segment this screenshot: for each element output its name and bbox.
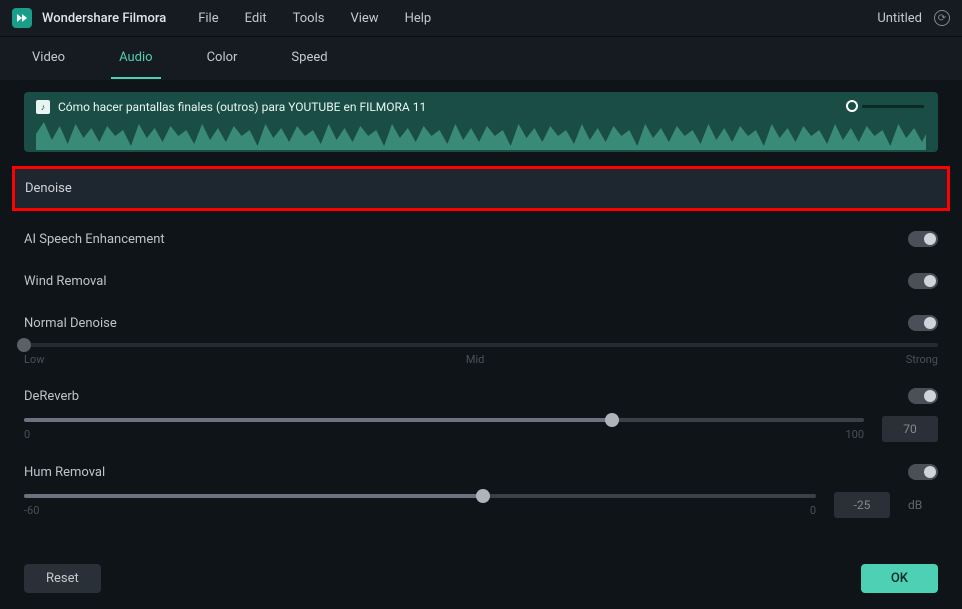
clip-title: Cómo hacer pantallas finales (outros) pa… xyxy=(58,100,426,114)
tab-video[interactable]: Video xyxy=(24,38,73,79)
wind-removal-label: Wind Removal xyxy=(24,274,107,289)
hum-unit: dB xyxy=(908,498,938,512)
volume-keyframe[interactable] xyxy=(846,100,858,112)
app-logo-icon xyxy=(12,8,32,28)
hum-removal-label: Hum Removal xyxy=(24,465,105,480)
hum-removal-toggle[interactable] xyxy=(908,464,938,480)
dereverb-max: 100 xyxy=(845,428,864,441)
reset-button[interactable]: Reset xyxy=(24,564,101,593)
menu-edit[interactable]: Edit xyxy=(245,11,267,26)
denoise-mid-tick: Mid xyxy=(466,353,484,366)
sync-icon[interactable]: ⟳ xyxy=(934,10,950,26)
app-name: Wondershare Filmora xyxy=(42,11,166,26)
menu-tools[interactable]: Tools xyxy=(293,11,325,26)
main-menu: File Edit Tools View Help xyxy=(198,11,431,26)
hum-removal-value[interactable]: -25 xyxy=(834,492,890,518)
project-name: Untitled xyxy=(877,11,922,26)
titlebar: Wondershare Filmora File Edit Tools View… xyxy=(0,0,962,36)
hum-max: 0 xyxy=(810,504,816,517)
property-tabs: Video Audio Color Speed xyxy=(0,36,962,80)
waveform-icon xyxy=(36,118,926,150)
tab-color[interactable]: Color xyxy=(199,38,246,79)
denoise-section-header[interactable]: Denoise xyxy=(12,166,950,211)
dereverb-toggle[interactable] xyxy=(908,388,938,404)
dereverb-value[interactable]: 70 xyxy=(882,416,938,442)
wind-removal-toggle[interactable] xyxy=(908,273,938,289)
hum-removal-slider[interactable] xyxy=(24,494,816,498)
denoise-strong-tick: Strong xyxy=(906,353,938,366)
denoise-low-tick: Low xyxy=(24,353,44,366)
audio-clip-waveform[interactable]: ♪ Cómo hacer pantallas finales (outros) … xyxy=(24,92,938,152)
volume-line xyxy=(862,105,924,108)
menu-help[interactable]: Help xyxy=(405,11,432,26)
normal-denoise-toggle[interactable] xyxy=(908,315,938,331)
menu-view[interactable]: View xyxy=(350,11,378,26)
ok-button[interactable]: OK xyxy=(861,564,938,593)
hum-min: -60 xyxy=(24,504,39,517)
music-icon: ♪ xyxy=(36,100,50,114)
dereverb-slider[interactable] xyxy=(24,418,864,422)
footer: Reset OK xyxy=(24,552,938,609)
ai-speech-label: AI Speech Enhancement xyxy=(24,232,165,247)
normal-denoise-label: Normal Denoise xyxy=(24,316,117,331)
tab-speed[interactable]: Speed xyxy=(283,38,335,79)
dereverb-label: DeReverb xyxy=(24,389,79,404)
tab-audio[interactable]: Audio xyxy=(111,38,160,79)
ai-speech-toggle[interactable] xyxy=(908,231,938,247)
normal-denoise-slider[interactable] xyxy=(24,343,938,347)
menu-file[interactable]: File xyxy=(198,11,218,26)
dereverb-min: 0 xyxy=(24,428,30,441)
